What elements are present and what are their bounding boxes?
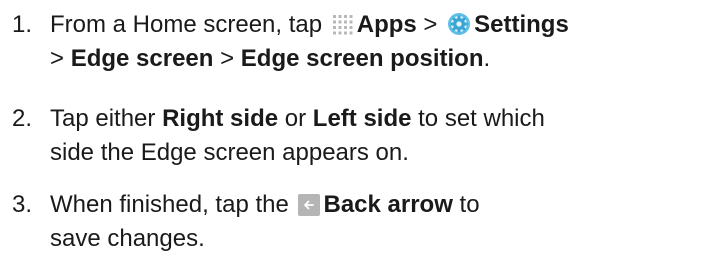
apps-label: Apps bbox=[356, 11, 417, 38]
left-side-label: Left side bbox=[312, 105, 412, 132]
right-side-label: Right side bbox=[162, 105, 279, 132]
edge-screen-label: Edge screen bbox=[70, 45, 214, 72]
step-line: save changes. bbox=[50, 225, 205, 252]
step-number: 3. bbox=[12, 191, 33, 218]
apps-grid-icon bbox=[332, 12, 354, 35]
edge-screen-position-label: Edge screen position bbox=[240, 45, 484, 72]
separator: > bbox=[213, 45, 241, 72]
settings-label: Settings bbox=[474, 11, 569, 38]
step-text: Tap either Right side or Left side to se… bbox=[50, 102, 700, 170]
step-line: > Edge screen > Edge screen position. bbox=[50, 42, 700, 76]
step-text-span: to set which bbox=[411, 105, 545, 132]
step-line: Tap either Right side or Left side to se… bbox=[50, 102, 700, 136]
separator: > bbox=[50, 45, 71, 72]
sentence-end: . bbox=[483, 45, 491, 72]
instruction-steps: 1. From a Home screen, tap Apps > Settin… bbox=[0, 0, 701, 256]
step-number: 2. bbox=[12, 105, 33, 132]
back-arrow-icon bbox=[298, 194, 321, 216]
step-text-span: or bbox=[278, 105, 313, 132]
step-text-span: From a Home screen, tap bbox=[50, 11, 329, 38]
step-text: When finished, tap the Back arrow to sav… bbox=[50, 188, 700, 256]
step-line: From a Home screen, tap Apps > Settings bbox=[50, 8, 700, 42]
step-number: 1. bbox=[12, 11, 33, 38]
step-text-span: Tap either bbox=[50, 105, 163, 132]
step-line: side the Edge screen appears on. bbox=[50, 139, 409, 166]
separator: > bbox=[416, 11, 445, 38]
back-arrow-label: Back arrow bbox=[323, 191, 453, 218]
step-line: When finished, tap the Back arrow to bbox=[50, 188, 700, 222]
settings-gear-icon bbox=[447, 12, 471, 36]
step-text-span: to bbox=[452, 191, 480, 218]
step-text-span: When finished, tap the bbox=[50, 191, 296, 218]
step-text: From a Home screen, tap Apps > Settings … bbox=[50, 8, 700, 76]
